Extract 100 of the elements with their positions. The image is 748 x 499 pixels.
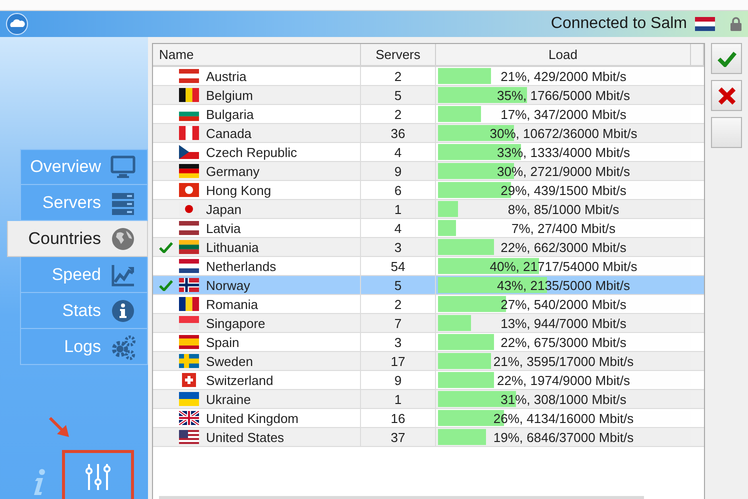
server-count: 2 [394,106,402,122]
load-reading: 31%, 308/1000 Mbit/s [500,392,626,406]
load-reading: 19%, 6846/37000 Mbit/s [493,430,634,444]
load-reading: 27%, 540/2000 Mbit/s [500,296,626,312]
flag-icon [179,297,199,311]
column-header[interactable]: Servers [361,44,436,65]
close-icon [718,86,736,104]
table-row[interactable]: Belgium 5 35%, 1766/5000 Mbit/s [153,86,704,105]
lock-icon [730,17,742,31]
table-row[interactable]: Canada 36 30%, 10672/36000 Mbit/s [153,124,704,143]
column-header[interactable]: Load [436,44,691,65]
country-name: Norway [206,278,250,292]
load-reading: 29%, 439/1500 Mbit/s [500,182,626,198]
table-row[interactable]: United States 37 19%, 6846/37000 Mbit/s [153,428,704,447]
country-name: Latvia [206,220,241,236]
server-count: 7 [394,316,402,330]
load-reading: 22%, 675/3000 Mbit/s [500,334,626,350]
load-reading: 21%, 3595/17000 Mbit/s [493,354,634,368]
table-row[interactable]: Lithuania 3 22%, 662/3000 Mbit/s [153,238,704,257]
load-reading: 30%, 10672/36000 Mbit/s [490,126,638,140]
country-name: United Kingdom [206,410,298,426]
flag-icon [179,221,199,235]
flag-icon [179,335,199,349]
gears-icon [109,332,137,360]
connection-status: Connected to Salm [550,15,687,33]
table-row[interactable]: Japan 1 8%, 85/1000 Mbit/s [153,200,704,219]
load-reading: 21%, 429/2000 Mbit/s [500,68,626,84]
flag-icon [179,278,199,292]
server-count: 5 [394,88,402,102]
annotation-arrow [48,416,72,440]
server-count: 6 [394,182,402,198]
load-reading: 8%, 85/1000 Mbit/s [508,202,620,216]
cancel-button[interactable] [711,80,742,111]
flag-icon [179,126,199,140]
flag-icon [695,17,715,31]
load-reading: 22%, 662/3000 Mbit/s [500,240,626,254]
table-row[interactable]: Singapore 7 13%, 944/7000 Mbit/s [153,314,704,333]
server-count: 37 [390,430,406,444]
settings-button[interactable] [62,450,134,499]
load-reading: 35%, 1766/5000 Mbit/s [497,88,630,102]
load-reading: 26%, 4134/16000 Mbit/s [493,410,634,426]
sliders-icon [85,462,111,492]
country-name: Czech Republic [206,144,298,160]
flag-icon [179,69,199,83]
server-count: 36 [390,126,406,140]
server-count: 9 [394,372,402,388]
flag-icon [179,240,199,254]
country-name: Spain [206,334,240,350]
server-count: 5 [394,278,402,292]
table-row[interactable]: Germany 9 30%, 2721/9000 Mbit/s [153,162,704,181]
country-name: Germany [206,164,260,178]
country-name: Austria [206,68,246,84]
table-row[interactable]: Norway 5 43%, 2135/5000 Mbit/s [153,276,704,295]
load-reading: 7%, 27/400 Mbit/s [511,220,616,236]
flag-icon [179,373,199,387]
country-name: Ukraine [206,392,251,406]
load-reading: 43%, 2135/5000 Mbit/s [497,278,630,292]
flag-icon [179,164,199,178]
column-header[interactable]: Name [153,44,361,65]
server-count: 9 [394,164,402,178]
flag-icon [179,145,199,159]
server-count: 4 [394,220,402,236]
flag-icon [179,88,199,102]
flag-icon [179,392,199,406]
country-name: Netherlands [206,258,276,274]
server-count: 2 [394,68,402,84]
monitor-icon [109,153,137,181]
load-reading: 33%, 1333/4000 Mbit/s [497,144,630,160]
load-reading: 22%, 1974/9000 Mbit/s [497,372,630,388]
load-reading: 17%, 347/2000 Mbit/s [500,106,626,122]
flag-icon [179,316,199,330]
table-row[interactable]: Sweden 17 21%, 3595/17000 Mbit/s [153,352,704,371]
load-reading: 13%, 944/7000 Mbit/s [500,316,626,330]
server-count: 4 [394,144,402,160]
country-name: Romania [206,296,258,312]
flag-icon [179,259,199,273]
flag-icon [179,430,199,444]
country-name: Lithuania [206,240,259,254]
server-count: 54 [390,258,406,274]
confirm-button[interactable] [711,43,742,74]
country-name: Canada [206,126,252,140]
country-name: Hong Kong [206,182,272,198]
country-name: Sweden [206,354,253,368]
check-icon [716,50,736,66]
nav-item[interactable]: Countries [7,221,148,257]
country-name: Belgium [206,88,253,102]
flag-icon [179,183,199,197]
country-name: Bulgaria [206,106,254,122]
server-count: 1 [394,392,402,406]
server-count: 17 [390,354,406,368]
flag-icon [179,354,199,368]
server-count: 1 [394,202,402,216]
server-count: 3 [394,334,402,350]
server-count: 3 [394,240,402,254]
country-name: Switzerland [206,372,274,388]
server-count: 2 [394,296,402,312]
table-row[interactable]: Ukraine 1 31%, 308/1000 Mbit/s [153,390,704,409]
cloud-icon[interactable] [6,13,28,35]
country-name: Singapore [206,316,266,330]
country-name: Japan [206,202,242,216]
